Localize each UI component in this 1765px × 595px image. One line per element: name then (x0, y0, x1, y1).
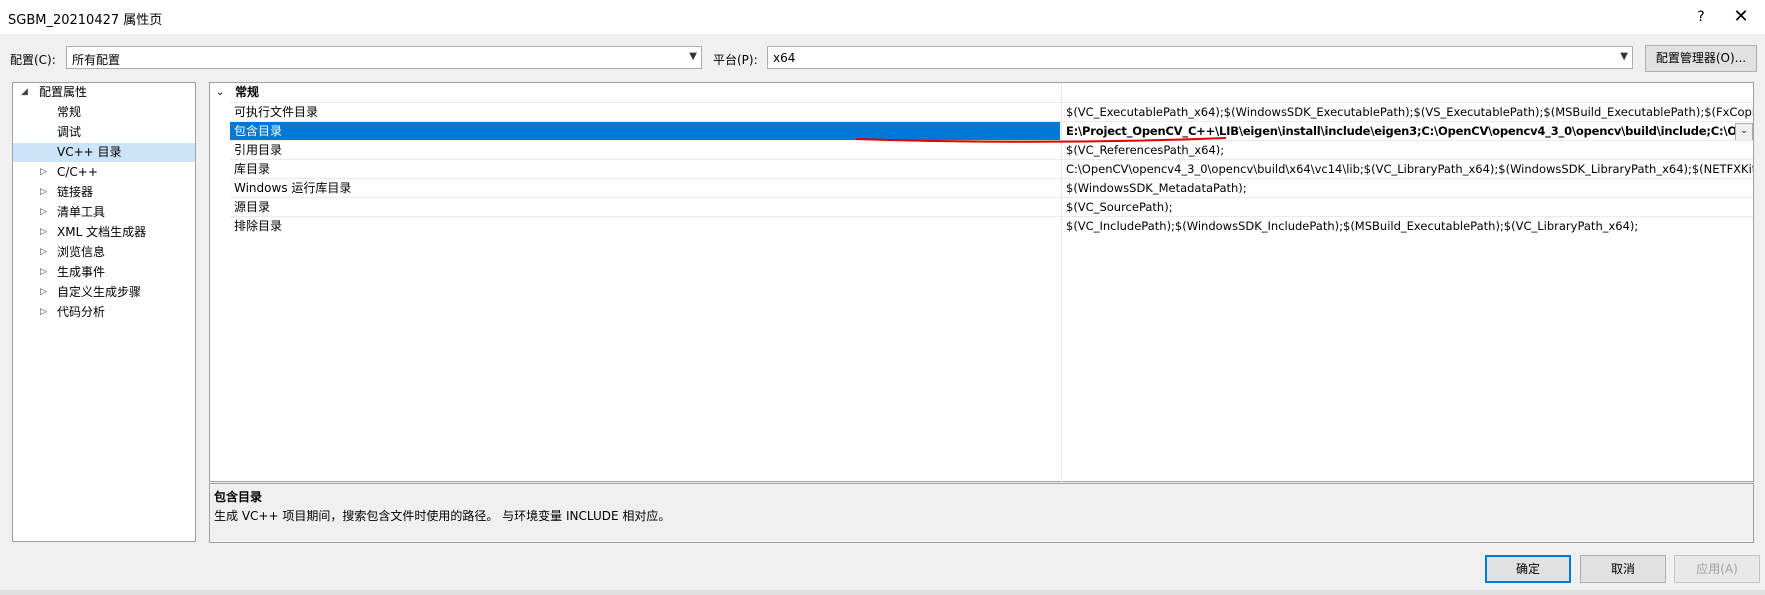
platform-label: 平台(P): (713, 53, 758, 67)
property-row[interactable]: 库目录 C:\OpenCV\opencv4_3_0\opencv\build\x6… (230, 159, 1753, 179)
expand-triangle-icon[interactable]: ▷ (40, 223, 47, 242)
tree-item-label: 生成事件 (57, 265, 106, 279)
property-name: 源目录 (234, 200, 271, 214)
expand-triangle-icon[interactable]: ▷ (40, 303, 47, 322)
tree-item[interactable]: ▷ 生成事件 (13, 263, 195, 282)
description-title: 包含目录 (214, 490, 263, 504)
config-label: 配置(C): (10, 53, 56, 67)
collapse-chevron-icon: ⌄ (216, 87, 225, 98)
tree-item[interactable]: ▷ 链接器 (13, 183, 195, 202)
tree-item[interactable]: ▷ C/C++ (13, 163, 195, 182)
property-value: $(VC_SourcePath); (1066, 200, 1173, 214)
property-value: $(VC_ExecutablePath_x64);$(WindowsSDK_Ex… (1066, 105, 1753, 119)
platform-combobox[interactable]: x64 ▼ (767, 46, 1633, 69)
tree-item[interactable]: ▷ XML 文档生成器 (13, 223, 195, 242)
property-value: C:\OpenCV\opencv4_3_0\opencv\build\x64\v… (1066, 162, 1753, 176)
window-title: SGBM_20210427 属性页 (8, 13, 163, 28)
expand-triangle-icon[interactable]: ▷ (40, 243, 47, 262)
close-button[interactable]: ✕ (1726, 5, 1756, 29)
description-text: 生成 VC++ 项目期间，搜索包含文件时使用的路径。 与环境变量 INCLUDE… (214, 509, 671, 523)
config-combobox[interactable]: 所有配置 ▼ (66, 46, 702, 69)
ok-button[interactable]: 确定 (1485, 555, 1571, 583)
tree-item[interactable]: ▷ 自定义生成步骤 (13, 283, 195, 302)
property-tree[interactable]: ◢ 配置属性 常规调试 VC++ 目录 ▷ C/C++ ▷ 链接器 ▷ 清单工具 ▷ XML 文档… (12, 82, 196, 542)
apply-button: 应用(A) (1674, 555, 1760, 583)
chevron-down-icon: ▼ (689, 51, 697, 62)
title-bar: SGBM_20210427 属性页 ? ✕ (0, 0, 1765, 34)
value-dropdown-button[interactable]: ⌄ (1735, 123, 1753, 141)
expand-triangle-icon[interactable]: ▷ (40, 283, 47, 302)
tree-item[interactable]: ▷ 代码分析 (13, 303, 195, 322)
tree-item[interactable]: VC++ 目录 (13, 143, 195, 162)
tree-item-label: 浏览信息 (57, 245, 106, 259)
tree-item-label: VC++ 目录 (57, 145, 122, 159)
property-row[interactable]: Windows 运行库目录 $(WindowsSDK_MetadataPath); (230, 178, 1753, 198)
help-button[interactable]: ? (1686, 5, 1716, 29)
cancel-button[interactable]: 取消 (1580, 555, 1666, 583)
property-name: 可执行文件目录 (234, 105, 319, 119)
tree-item-label: 清单工具 (57, 205, 106, 219)
tree-item[interactable]: ▷ 浏览信息 (13, 243, 195, 262)
bottom-edge (0, 590, 1765, 595)
tree-item-label: 自定义生成步骤 (57, 285, 142, 299)
category-label: 常规 (235, 85, 260, 99)
tree-item-label: 常规 (57, 105, 82, 119)
property-name: 库目录 (234, 162, 271, 176)
category-header[interactable]: ⌄ 常规 (210, 83, 1753, 102)
red-underline-annotation (855, 137, 1227, 143)
config-manager-button[interactable]: 配置管理器(O)... (1645, 45, 1757, 72)
expand-triangle-icon[interactable]: ▷ (40, 163, 47, 182)
property-row[interactable]: 排除目录 $(VC_IncludePath);$(WindowsSDK_Inclu… (230, 216, 1753, 236)
tree-root-label: 配置属性 (39, 85, 88, 99)
tree-item-label: C/C++ (57, 165, 98, 179)
expand-triangle-icon[interactable]: ▷ (40, 203, 47, 222)
expand-triangle-icon[interactable]: ▷ (40, 183, 47, 202)
tree-item[interactable]: ▷ 清单工具 (13, 203, 195, 222)
property-name: 包含目录 (234, 124, 283, 138)
tree-item-label: 代码分析 (57, 305, 106, 319)
tree-item-label: XML 文档生成器 (57, 225, 147, 239)
tree-item-label: 调试 (57, 125, 82, 139)
property-row[interactable]: 可执行文件目录 $(VC_ExecutablePath_x64);$(Window… (230, 102, 1753, 122)
chevron-down-icon: ▼ (1620, 51, 1628, 62)
property-row[interactable]: 源目录 $(VC_SourcePath); (230, 197, 1753, 217)
expand-triangle-icon[interactable]: ▷ (40, 263, 47, 282)
tree-item[interactable]: 调试 (13, 123, 195, 142)
property-value: $(VC_IncludePath);$(WindowsSDK_IncludePa… (1066, 219, 1639, 233)
property-name: 排除目录 (234, 219, 283, 233)
description-panel: 包含目录 生成 VC++ 项目期间，搜索包含文件时使用的路径。 与环境变量 IN… (209, 483, 1754, 543)
tree-item[interactable]: 常规 (13, 103, 195, 122)
property-value: $(WindowsSDK_MetadataPath); (1066, 181, 1247, 195)
config-value: 所有配置 (72, 53, 121, 67)
expanded-triangle-icon: ◢ (21, 87, 28, 97)
property-name: Windows 运行库目录 (234, 181, 352, 195)
tree-item-label: 链接器 (57, 185, 94, 199)
platform-value: x64 (773, 51, 796, 65)
property-name: 引用目录 (234, 143, 283, 157)
